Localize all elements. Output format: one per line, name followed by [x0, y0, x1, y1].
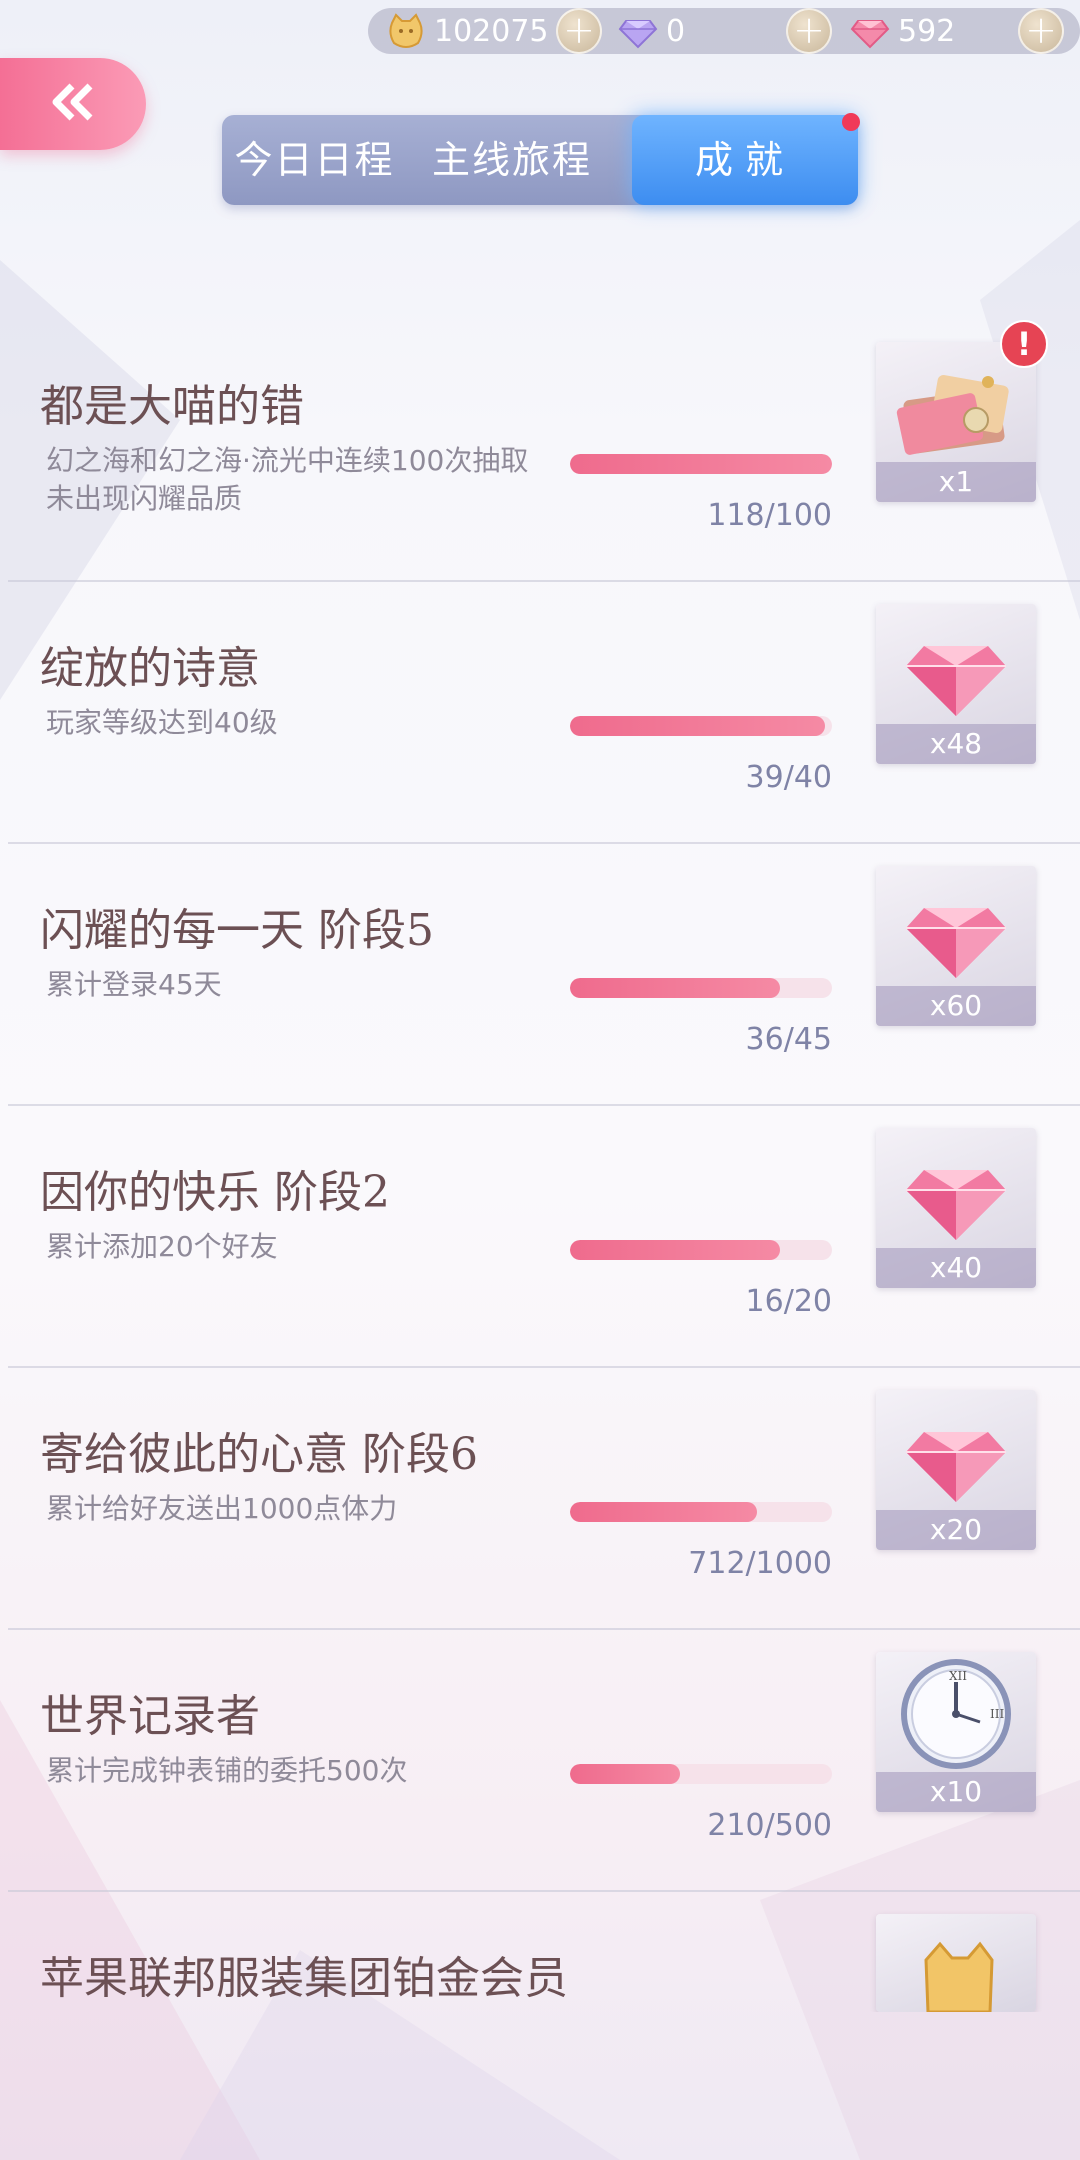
progress-fill: [570, 1764, 681, 1784]
achievement-description: 累计给好友送出1000点体力: [46, 1492, 398, 1525]
reward-slot[interactable]: x48: [876, 604, 1036, 764]
svg-text:XII: XII: [949, 1669, 967, 1683]
reward-slot[interactable]: x20: [876, 1390, 1036, 1550]
achievement-title: 苹果联邦服装集团铂金会员: [40, 1953, 568, 2004]
achievement-title: 世界记录者: [40, 1691, 260, 1742]
progress-bar: [570, 454, 832, 474]
achievement-title: 闪耀的每一天 阶段5: [40, 905, 434, 956]
progress-bar: [570, 1502, 832, 1522]
reward-quantity: x60: [876, 986, 1036, 1026]
achievement-title: 绽放的诗意: [40, 643, 260, 694]
reward-quantity: x48: [876, 724, 1036, 764]
achievement-title: 因你的快乐 阶段2: [40, 1167, 390, 1218]
coin-balance: 102075: [386, 8, 549, 54]
achievement-item: 因你的快乐 阶段2 累计添加20个好友 16/20 x40: [0, 1106, 1080, 1368]
achievement-item: 世界记录者 累计完成钟表铺的委托500次 210/500 XII III x10: [0, 1630, 1080, 1892]
achievement-item: 都是大喵的错 幻之海和幻之海·流光中连续100次抽取未出现闪耀品质 118/10…: [0, 320, 1080, 582]
progress-fill: [570, 1240, 780, 1260]
achievement-title: 寄给彼此的心意 阶段6: [40, 1429, 478, 1480]
tab-daily-schedule[interactable]: 今日日程: [222, 115, 407, 205]
achievement-item: 苹果联邦服装集团铂金会员: [0, 1892, 1080, 2012]
add-purple-gems-button[interactable]: +: [786, 8, 832, 54]
achievement-description: 玩家等级达到40级: [46, 706, 278, 739]
achievement-description: 累计登录45天: [46, 968, 222, 1001]
reward-quantity: x10: [876, 1772, 1036, 1812]
reward-slot[interactable]: x40: [876, 1128, 1036, 1288]
double-chevron-left-icon: [50, 82, 96, 126]
progress-bar: [570, 1240, 832, 1260]
pink-gem-value: 592: [898, 13, 956, 49]
progress-fill: [570, 454, 832, 474]
pink-gem-balance: 592: [850, 8, 955, 54]
purple-gem-balance: 0: [618, 8, 685, 54]
achievement-item: 闪耀的每一天 阶段5 累计登录45天 36/45 x60: [0, 844, 1080, 1106]
progress-bar: [570, 1764, 832, 1784]
reward-quantity: x1: [876, 462, 1036, 502]
reward-quantity: x20: [876, 1510, 1036, 1550]
pink-diamond-icon: [850, 11, 890, 51]
alert-badge: !: [1000, 320, 1048, 368]
coin-value: 102075: [434, 13, 549, 49]
reward-quantity: x40: [876, 1248, 1036, 1288]
reward-slot[interactable]: x60: [876, 866, 1036, 1026]
cat-coin-icon: [386, 11, 426, 51]
notification-dot: [842, 113, 860, 131]
tab-achievements[interactable]: 成就: [632, 115, 858, 205]
progress-count: 712/1000: [688, 1546, 832, 1581]
achievement-description: 累计添加20个好友: [46, 1230, 278, 1263]
progress-count: 36/45: [745, 1022, 832, 1057]
progress-count: 210/500: [707, 1808, 832, 1843]
progress-fill: [570, 716, 826, 736]
progress-count: 118/100: [707, 498, 832, 533]
add-pink-gems-button[interactable]: +: [1018, 8, 1064, 54]
purple-diamond-icon: [618, 11, 658, 51]
reward-slot[interactable]: XII III x10: [876, 1652, 1036, 1812]
svg-text:III: III: [990, 1707, 1004, 1721]
progress-bar: [570, 716, 832, 736]
progress-bar: [570, 978, 832, 998]
progress-count: 39/40: [745, 760, 832, 795]
tab-main-journey[interactable]: 主线旅程: [412, 115, 612, 205]
progress-count: 16/20: [745, 1284, 832, 1319]
achievement-item: 绽放的诗意 玩家等级达到40级 39/40 x48: [0, 582, 1080, 844]
reward-slot[interactable]: x1: [876, 342, 1036, 502]
progress-fill: [570, 1502, 757, 1522]
achievement-item: 寄给彼此的心意 阶段6 累计给好友送出1000点体力 712/1000 x20: [0, 1368, 1080, 1630]
add-coins-button[interactable]: +: [556, 8, 602, 54]
back-button[interactable]: [0, 58, 146, 150]
progress-fill: [570, 978, 780, 998]
achievement-description: 幻之海和幻之海·流光中连续100次抽取未出现闪耀品质: [46, 444, 529, 515]
purple-gem-value: 0: [666, 13, 686, 49]
achievement-description: 累计完成钟表铺的委托500次: [46, 1754, 408, 1787]
tab-bar: 今日日程 主线旅程 成就: [222, 115, 858, 205]
reward-slot[interactable]: [876, 1914, 1036, 2012]
achievement-title: 都是大喵的错: [40, 381, 304, 432]
